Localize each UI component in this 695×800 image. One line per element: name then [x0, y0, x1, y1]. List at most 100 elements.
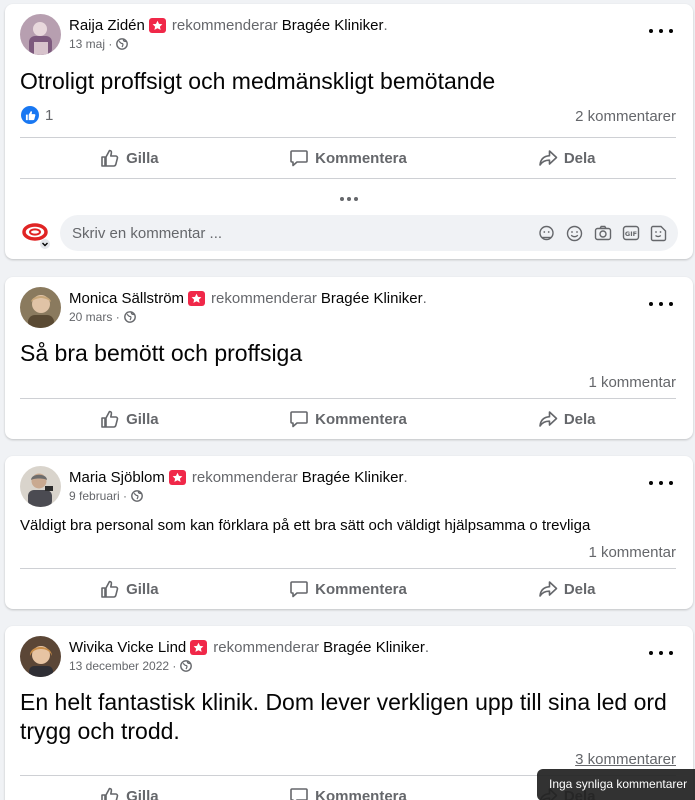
post-card: Maria Sjöblom rekommenderar Bragée Klini…	[5, 456, 693, 609]
share-button[interactable]: Dela	[457, 400, 676, 438]
emoji-icon[interactable]	[565, 224, 584, 243]
recommend-star-icon	[190, 640, 208, 655]
more-comments-button[interactable]	[5, 197, 693, 201]
recommend-verb: rekommenderar	[171, 17, 278, 34]
page-link[interactable]: Bragée Kliniker	[321, 290, 423, 307]
comment-tools: GIF	[537, 224, 668, 243]
author-name[interactable]: Raija Zidén	[69, 17, 145, 34]
action-bar: Gilla Kommentera Dela	[20, 400, 676, 438]
gif-icon[interactable]: GIF	[621, 224, 640, 243]
divider	[20, 398, 676, 399]
comment-button[interactable]: Kommentera	[239, 570, 458, 608]
page-link[interactable]: Bragée Kliniker	[323, 639, 425, 656]
svg-text:GIF: GIF	[624, 230, 636, 238]
reactions-summary[interactable]: 1	[21, 106, 53, 124]
share-arrow-icon	[539, 581, 558, 597]
comment-count[interactable]: 2 kommentarer	[575, 108, 676, 125]
period: .	[424, 639, 430, 656]
comment-bubble-icon	[290, 581, 308, 598]
my-profile-avatar[interactable]	[20, 217, 52, 249]
tooltip: Inga synliga kommentarer	[537, 769, 695, 800]
thumbs-up-icon	[101, 787, 119, 800]
like-reaction-icon	[21, 106, 39, 124]
like-label: Gilla	[126, 410, 159, 428]
comment-input[interactable]: Skriv en kommentar ... GIF	[60, 215, 678, 251]
like-label: Gilla	[126, 787, 159, 800]
recommend-verb: rekommenderar	[211, 290, 317, 307]
share-label: Dela	[563, 410, 596, 428]
post-card: Monica Sällström rekommenderar Bragée Kl…	[5, 277, 693, 439]
like-label: Gilla	[126, 149, 159, 167]
avatar[interactable]	[20, 286, 61, 328]
recommend-star-icon	[148, 18, 166, 33]
comment-label: Kommentera	[315, 580, 407, 598]
comment-composer: Skriv en kommentar ... GIF	[20, 215, 678, 251]
post-card: Raija Zidén rekommenderar Bragée Klinike…	[5, 4, 693, 259]
period: .	[383, 17, 388, 34]
separator: ·	[115, 310, 120, 324]
comment-label: Kommentera	[315, 787, 407, 800]
period: .	[422, 290, 427, 307]
separator: ·	[172, 659, 177, 673]
avatar[interactable]	[20, 465, 61, 507]
post-text: Väldigt bra personal som kan förklara på…	[20, 517, 591, 534]
like-label: Gilla	[126, 580, 159, 598]
globe-icon	[123, 311, 136, 323]
comment-button[interactable]: Kommentera	[239, 777, 458, 800]
recommend-verb: rekommenderar	[213, 639, 320, 656]
comment-button[interactable]: Kommentera	[239, 139, 458, 177]
action-bar: Gilla Kommentera Dela	[20, 139, 676, 177]
more-options-button[interactable]	[649, 476, 673, 490]
author-name[interactable]: Maria Sjöblom	[69, 469, 165, 486]
period: .	[403, 469, 408, 486]
comment-count[interactable]: 1 kommentar	[588, 544, 676, 561]
author-name[interactable]: Monica Sällström	[69, 290, 184, 307]
page-link[interactable]: Bragée Kliniker	[282, 17, 384, 34]
comment-count[interactable]: 3 kommentarer	[575, 751, 676, 768]
share-button[interactable]: Dela	[457, 570, 676, 608]
comment-label: Kommentera	[315, 410, 407, 428]
share-label: Dela	[563, 580, 596, 598]
share-button[interactable]: Dela	[457, 139, 676, 177]
thumbs-up-icon	[101, 410, 119, 428]
post-date[interactable]: 20 mars	[69, 310, 112, 324]
avatar[interactable]	[20, 13, 61, 55]
like-button[interactable]: Gilla	[20, 570, 239, 608]
comment-bubble-icon	[290, 788, 308, 800]
post-date[interactable]: 9 februari	[69, 489, 120, 503]
avatar-sticker-icon[interactable]	[537, 224, 556, 243]
separator: ·	[108, 37, 113, 51]
recommend-star-icon	[188, 291, 206, 306]
like-button[interactable]: Gilla	[20, 400, 239, 438]
comment-bubble-icon	[290, 411, 308, 428]
more-options-button[interactable]	[649, 24, 673, 38]
camera-icon[interactable]	[593, 224, 612, 243]
share-label: Dela	[563, 149, 596, 167]
share-arrow-icon	[539, 150, 558, 166]
recommend-star-icon	[168, 470, 186, 485]
like-button[interactable]: Gilla	[20, 777, 239, 800]
globe-icon	[116, 38, 129, 50]
globe-icon	[180, 660, 193, 672]
author-name[interactable]: Wivika Vicke Lind	[69, 639, 186, 656]
post-date[interactable]: 13 december 2022	[69, 659, 169, 673]
comment-bubble-icon	[290, 150, 308, 167]
thumbs-up-icon	[101, 149, 119, 167]
avatar[interactable]	[20, 635, 61, 677]
post-header: Wivika Vicke Lind rekommenderar Bragée K…	[20, 635, 429, 677]
separator: ·	[123, 489, 128, 503]
reaction-count: 1	[45, 106, 54, 124]
comment-count[interactable]: 1 kommentar	[588, 374, 676, 391]
post-text: Otroligt proffsigt och medmänskligt bemö…	[20, 68, 496, 94]
divider	[20, 178, 676, 179]
page-link[interactable]: Bragée Kliniker	[302, 469, 404, 486]
more-options-button[interactable]	[649, 297, 673, 311]
sticker-icon[interactable]	[649, 224, 668, 243]
comment-button[interactable]: Kommentera	[239, 400, 458, 438]
comment-label: Kommentera	[315, 149, 407, 167]
post-header: Raija Zidén rekommenderar Bragée Klinike…	[20, 13, 388, 55]
like-button[interactable]: Gilla	[20, 139, 239, 177]
post-date[interactable]: 13 maj	[69, 37, 105, 51]
more-options-button[interactable]	[649, 646, 673, 660]
comment-placeholder: Skriv en kommentar ...	[72, 224, 223, 242]
